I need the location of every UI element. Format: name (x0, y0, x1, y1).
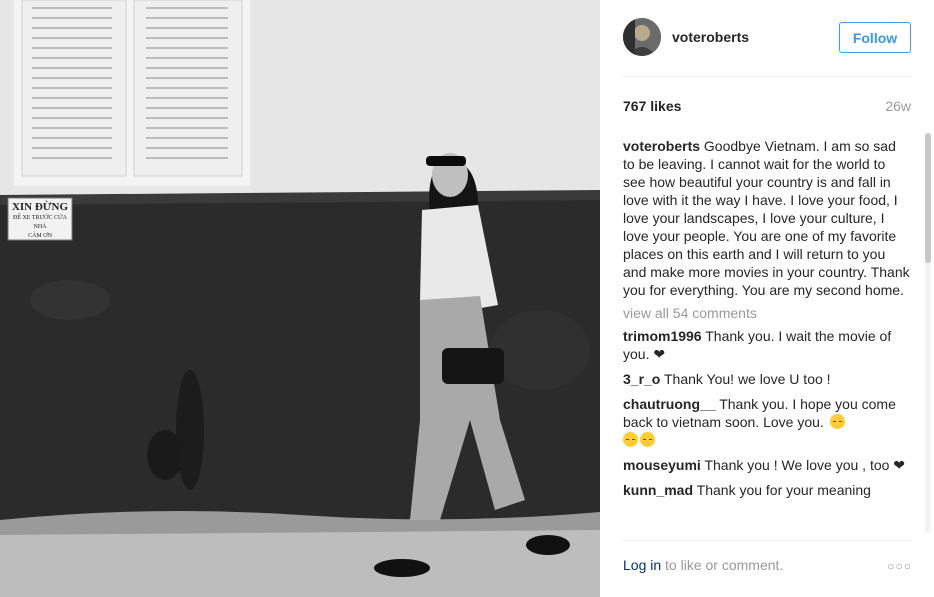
comment-text: Thank you for your meaning (696, 482, 871, 498)
list-item: kunn_mad Thank you for your meaning (623, 481, 911, 499)
kissing-face-icon (640, 432, 655, 447)
login-prompt: Log in to like or comment. (623, 557, 783, 573)
scrollbar-thumb[interactable] (925, 133, 931, 263)
list-item: chautruong__ Thank you. I hope you come … (623, 395, 911, 449)
comment-username[interactable]: chautruong__ (623, 396, 716, 412)
comments-list: voteroberts Goodbye Vietnam. I am so sad… (623, 137, 911, 533)
avatar[interactable] (623, 18, 661, 56)
footer-divider (623, 540, 911, 541)
kissing-face-icon (829, 414, 845, 429)
comment-username[interactable]: mouseyumi (623, 457, 701, 473)
list-item: 3_r_o Thank You! we love U too ! (623, 370, 911, 388)
sign-line-2: ĐỂ XE TRƯỚC CỬA NHÀ (12, 215, 68, 230)
post-header: voteroberts Follow (623, 16, 911, 60)
comment-username[interactable]: trimom1996 (623, 328, 702, 344)
comment-text: Thank you ! We love you , too ❤ (704, 457, 906, 473)
follow-button[interactable]: Follow (839, 22, 911, 53)
comment-username[interactable]: kunn_mad (623, 482, 693, 498)
post-age[interactable]: 26w (885, 98, 911, 114)
comments-scrollbar[interactable] (925, 133, 931, 533)
caption: voteroberts Goodbye Vietnam. I am so sad… (623, 137, 911, 299)
login-prompt-text: to like or comment. (661, 557, 784, 573)
list-item: mouseyumi Thank you ! We love you , too … (623, 456, 911, 474)
caption-username[interactable]: voteroberts (623, 138, 700, 154)
post-photo[interactable]: XIN ĐỪNG ĐỂ XE TRƯỚC CỬA NHÀ CÁM ƠN (0, 0, 600, 597)
avatar-image (623, 18, 661, 56)
wall-sign: XIN ĐỪNG ĐỂ XE TRƯỚC CỬA NHÀ CÁM ƠN (10, 201, 70, 240)
comment-username[interactable]: 3_r_o (623, 371, 660, 387)
sign-line-3: CÁM ƠN (28, 233, 52, 239)
login-link[interactable]: Log in (623, 557, 661, 573)
likes-count[interactable]: 767 likes (623, 98, 681, 114)
caption-text: Goodbye Vietnam. I am so sad to be leavi… (623, 138, 910, 298)
list-item: trimom1996 Thank you. I wait the movie o… (623, 327, 911, 363)
view-all-comments-link[interactable]: view all 54 comments (623, 304, 911, 322)
post-username[interactable]: voteroberts (672, 29, 749, 45)
more-options-icon[interactable]: ○○○ (887, 559, 912, 573)
sign-line-1: XIN ĐỪNG (11, 201, 69, 213)
kissing-face-icon (623, 432, 638, 447)
comment-text: Thank You! we love U too ! (664, 371, 831, 387)
photo-image (0, 0, 600, 597)
header-divider (623, 76, 911, 77)
